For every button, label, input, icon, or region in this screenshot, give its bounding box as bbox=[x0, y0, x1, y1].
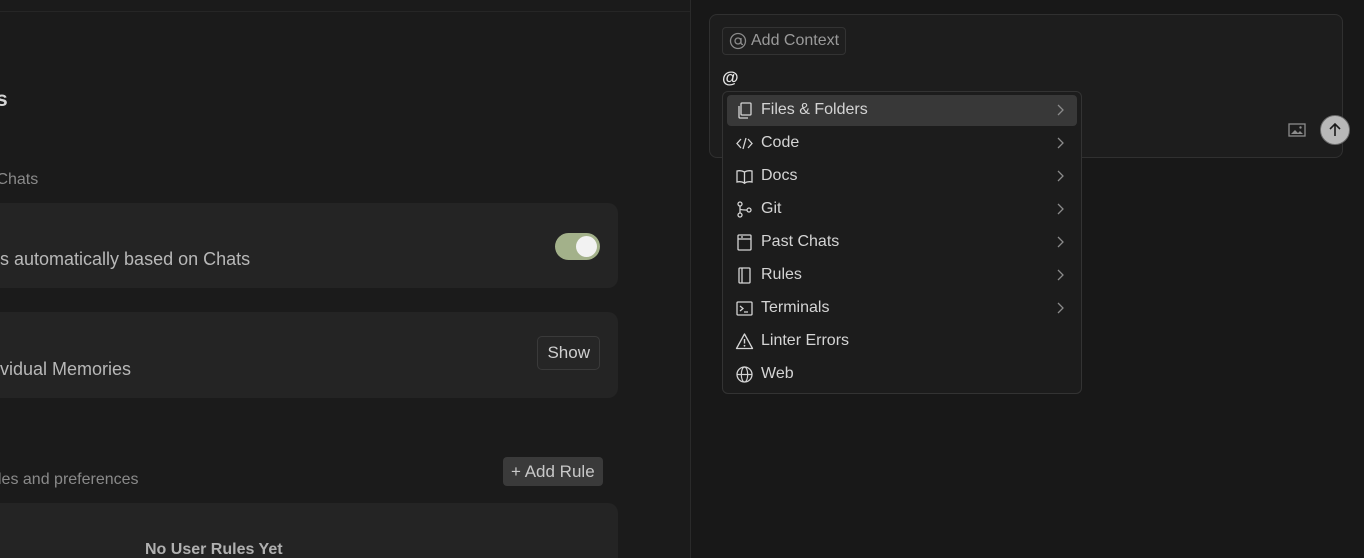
empty-rules-title: No User Rules Yet bbox=[145, 541, 283, 558]
auto-memories-label: s automatically based on Chats bbox=[0, 249, 251, 269]
warning-icon bbox=[735, 333, 754, 350]
auto-memories-toggle[interactable] bbox=[555, 233, 600, 260]
menu-item-label: Code bbox=[761, 134, 800, 151]
chat-input-text[interactable]: @ bbox=[722, 68, 739, 88]
menu-item-linter-errors[interactable]: Linter Errors bbox=[727, 326, 1077, 357]
rules-description: r rules and preferences bbox=[0, 471, 139, 488]
menu-item-web[interactable]: Web bbox=[727, 359, 1077, 390]
menu-item-label: Linter Errors bbox=[761, 332, 850, 349]
terminal-icon bbox=[736, 301, 753, 316]
show-memories-button[interactable]: Show bbox=[537, 336, 600, 370]
section-title: s bbox=[0, 88, 8, 112]
chevron-right-icon bbox=[1057, 302, 1064, 314]
arrow-up-icon bbox=[1329, 122, 1341, 136]
add-context-label: Add Context bbox=[751, 32, 840, 49]
menu-item-label: Web bbox=[761, 365, 794, 382]
context-menu: Files & Folders Code Docs Git Past Chats… bbox=[722, 91, 1082, 394]
settings-pane: s ss Chats s automatically based on Chat… bbox=[0, 0, 691, 558]
tab-bar-divider bbox=[0, 0, 690, 12]
add-context-button[interactable]: Add Context bbox=[722, 27, 847, 55]
git-branch-icon bbox=[737, 201, 752, 218]
chevron-right-icon bbox=[1057, 269, 1064, 281]
menu-item-label: Files & Folders bbox=[761, 101, 868, 118]
globe-icon bbox=[736, 366, 753, 383]
memories-card: vidual Memories Show bbox=[0, 312, 618, 398]
menu-item-docs[interactable]: Docs bbox=[727, 161, 1077, 192]
section-description: ss Chats bbox=[0, 171, 39, 188]
menu-item-label: Terminals bbox=[761, 299, 830, 316]
menu-item-terminals[interactable]: Terminals bbox=[727, 293, 1077, 324]
send-button[interactable] bbox=[1320, 115, 1350, 145]
chevron-right-icon bbox=[1057, 137, 1064, 149]
menu-item-code[interactable]: Code bbox=[727, 128, 1077, 159]
menu-item-rules[interactable]: Rules bbox=[727, 260, 1077, 291]
chevron-right-icon bbox=[1057, 236, 1064, 248]
add-rule-button[interactable]: + Add Rule bbox=[503, 457, 603, 486]
menu-item-label: Rules bbox=[761, 266, 802, 283]
image-icon[interactable] bbox=[1288, 123, 1306, 137]
chevron-right-icon bbox=[1057, 170, 1064, 182]
memories-label: vidual Memories bbox=[0, 359, 132, 379]
menu-item-git[interactable]: Git bbox=[727, 194, 1077, 225]
menu-item-files-folders[interactable]: Files & Folders bbox=[727, 95, 1077, 126]
menu-item-past-chats[interactable]: Past Chats bbox=[727, 227, 1077, 258]
menu-item-label: Git bbox=[761, 200, 782, 217]
auto-memories-card: s automatically based on Chats bbox=[0, 203, 618, 288]
chevron-right-icon bbox=[1057, 203, 1064, 215]
menu-item-label: Docs bbox=[761, 167, 798, 184]
chevron-right-icon bbox=[1057, 104, 1064, 116]
book-icon bbox=[736, 170, 753, 185]
user-rules-card: No User Rules Yet bbox=[0, 503, 618, 558]
at-sign-icon bbox=[729, 32, 747, 50]
past-chats-icon bbox=[737, 234, 752, 251]
files-icon bbox=[738, 102, 752, 119]
code-icon bbox=[736, 137, 753, 150]
toggle-knob bbox=[576, 236, 597, 257]
rules-icon bbox=[738, 267, 751, 284]
menu-item-label: Past Chats bbox=[761, 233, 840, 250]
